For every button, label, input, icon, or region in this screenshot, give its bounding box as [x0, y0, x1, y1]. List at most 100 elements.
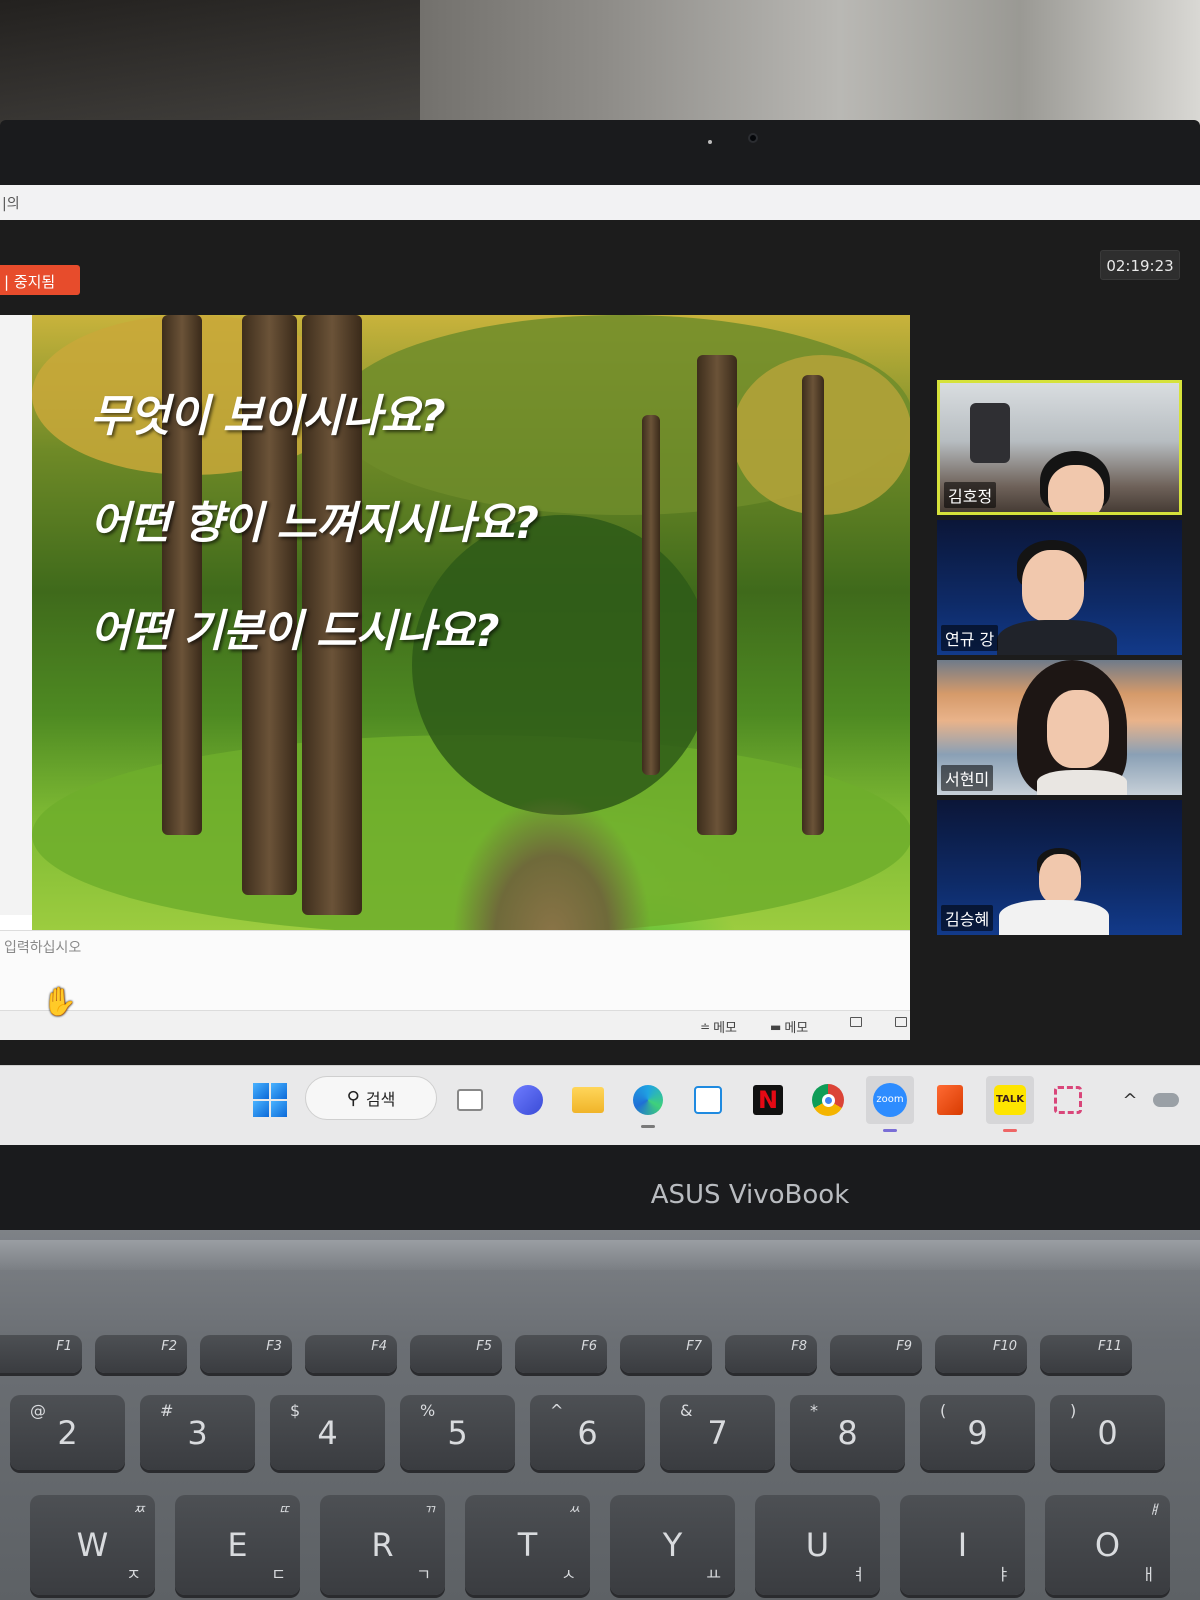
key-f4[interactable]: F4 — [305, 1335, 397, 1373]
key-e[interactable]: E ㄸㄷ — [175, 1495, 300, 1595]
file-explorer-button[interactable] — [568, 1080, 608, 1120]
key-f11[interactable]: F11 — [1040, 1335, 1132, 1373]
laptop-hinge — [0, 1240, 1200, 1270]
netflix-button[interactable]: N — [748, 1080, 788, 1120]
key-symbol: $ — [290, 1401, 301, 1420]
key-label: O — [1094, 1526, 1121, 1564]
key-hangul: ㅑ — [996, 1565, 1011, 1584]
key-hangul-shift: ㅉ — [133, 1503, 145, 1518]
participant-face — [1048, 465, 1104, 512]
participant-tile-1[interactable]: 김호정 — [937, 380, 1182, 515]
key-hangul: ㄱ — [416, 1565, 431, 1584]
recording-status-badge[interactable]: | 중지됨 — [0, 265, 80, 295]
key-o[interactable]: O ㅒㅐ — [1045, 1495, 1170, 1595]
key-label: 4 — [317, 1413, 338, 1452]
key-symbol: @ — [30, 1401, 46, 1420]
key-f5[interactable]: F5 — [410, 1335, 502, 1373]
cloud-icon — [1153, 1093, 1179, 1107]
participant-tile-3[interactable]: 서현미 — [937, 660, 1182, 795]
normal-view-button[interactable] — [850, 1017, 862, 1027]
onedrive-button[interactable] — [1150, 1080, 1182, 1120]
key-w[interactable]: W ㅉㅈ — [30, 1495, 155, 1595]
key-3[interactable]: #3 — [140, 1395, 255, 1470]
laptop-screen: |의 | 중지됨 02:19:23 무엇이 보이시나요? 어떤 향이 느껴지시나… — [0, 185, 1200, 1145]
task-view-icon — [457, 1089, 483, 1111]
comments-button[interactable]: ▬ 메모 — [770, 1017, 808, 1037]
key-label: F10 — [992, 1339, 1017, 1354]
meeting-timer: 02:19:23 — [1100, 250, 1180, 280]
key-5[interactable]: % 5 — [400, 1395, 515, 1470]
tree-trunk — [642, 415, 660, 775]
key-label: F7 — [686, 1339, 702, 1354]
key-f6[interactable]: F6 — [515, 1335, 607, 1373]
netflix-icon: N — [753, 1085, 783, 1115]
key-label: 8 — [837, 1413, 858, 1452]
key-f1[interactable]: F1 — [0, 1335, 82, 1373]
key-label: F8 — [791, 1339, 807, 1354]
participant-face — [1022, 550, 1084, 622]
key-symbol: ) — [1070, 1401, 1077, 1420]
key-t[interactable]: T ㅆㅅ — [465, 1495, 590, 1595]
key-f8[interactable]: F8 — [725, 1335, 817, 1373]
key-symbol: ( — [940, 1401, 947, 1420]
edge-button[interactable] — [628, 1080, 668, 1128]
zoom-meeting-area: | 중지됨 02:19:23 무엇이 보이시나요? 어떤 향이 느껴지시나요? … — [0, 220, 1200, 1100]
key-u[interactable]: Uㅕ — [755, 1495, 880, 1595]
key-symbol: * — [810, 1401, 818, 1420]
slide-canvas: 무엇이 보이시나요? 어떤 향이 느껴지시나요? 어떤 기분이 드시나요? — [32, 315, 910, 930]
key-label: 0 — [1097, 1413, 1118, 1452]
office-button[interactable] — [930, 1080, 970, 1120]
notes-icon: ≐ — [700, 1019, 711, 1034]
office-icon — [937, 1085, 963, 1115]
participant-tile-4[interactable]: 김승혜 — [937, 800, 1182, 935]
key-i[interactable]: Iㅑ — [900, 1495, 1025, 1595]
shared-presentation: 무엇이 보이시나요? 어떤 향이 느껴지시나요? 어떤 기분이 드시나요? 입력… — [0, 315, 910, 1040]
key-6[interactable]: ^ 6 — [530, 1395, 645, 1470]
window-title: |의 — [0, 185, 1200, 220]
key-label: 5 — [447, 1413, 468, 1452]
hand-cursor-icon: ✋ — [42, 985, 77, 1018]
key-0[interactable]: ) 0 — [1050, 1395, 1165, 1470]
key-f2[interactable]: F2 — [95, 1335, 187, 1373]
chrome-button[interactable] — [808, 1080, 848, 1120]
snipping-tool-button[interactable] — [1048, 1080, 1088, 1120]
slide-thumbnail-pane[interactable] — [0, 315, 32, 915]
slide-sorter-button[interactable] — [895, 1017, 907, 1027]
store-button[interactable] — [688, 1080, 728, 1120]
room-background — [0, 0, 1200, 140]
key-hangul-shift: ㄲ — [423, 1503, 435, 1518]
key-f10[interactable]: F10 — [935, 1335, 1027, 1373]
key-y[interactable]: Yㅛ — [610, 1495, 735, 1595]
key-symbol: # — [160, 1401, 174, 1420]
kakaotalk-button[interactable]: TALK — [986, 1076, 1034, 1132]
slide-question-2: 어떤 향이 느껴지시나요? — [90, 498, 539, 549]
key-hangul: ㅛ — [706, 1565, 721, 1584]
key-label: F5 — [476, 1339, 492, 1354]
participant-tile-2[interactable]: 연규 강 — [937, 520, 1182, 655]
key-9[interactable]: (9 — [920, 1395, 1035, 1470]
key-7[interactable]: & 7 — [660, 1395, 775, 1470]
windows-taskbar: ⚲ 검색 N zoom TALK ^ — [0, 1065, 1200, 1145]
camera-indicator — [708, 140, 712, 144]
zoom-button[interactable]: zoom — [866, 1076, 914, 1132]
key-2[interactable]: @2 — [10, 1395, 125, 1470]
key-f3[interactable]: F3 — [200, 1335, 292, 1373]
task-view-button[interactable] — [450, 1080, 490, 1120]
meet-button[interactable] — [508, 1080, 548, 1120]
room-shade — [0, 0, 420, 140]
tray-overflow-chevron-up-icon[interactable]: ^ — [1118, 1080, 1142, 1120]
key-4[interactable]: $4 — [270, 1395, 385, 1470]
notes-pane[interactable]: 입력하십시오 — [0, 930, 910, 1010]
key-f9[interactable]: F9 — [830, 1335, 922, 1373]
key-f7[interactable]: F7 — [620, 1335, 712, 1373]
key-label: F4 — [371, 1339, 387, 1354]
key-hangul: ㅕ — [851, 1565, 866, 1584]
start-button[interactable] — [250, 1080, 290, 1120]
taskbar-search-button[interactable]: ⚲ 검색 — [305, 1076, 437, 1120]
key-r[interactable]: R ㄲㄱ — [320, 1495, 445, 1595]
key-label: 3 — [187, 1413, 208, 1452]
windows-start-icon — [253, 1083, 287, 1117]
key-8[interactable]: * 8 — [790, 1395, 905, 1470]
notes-button[interactable]: ≐ 메모 — [700, 1017, 737, 1037]
key-label: T — [517, 1526, 538, 1564]
